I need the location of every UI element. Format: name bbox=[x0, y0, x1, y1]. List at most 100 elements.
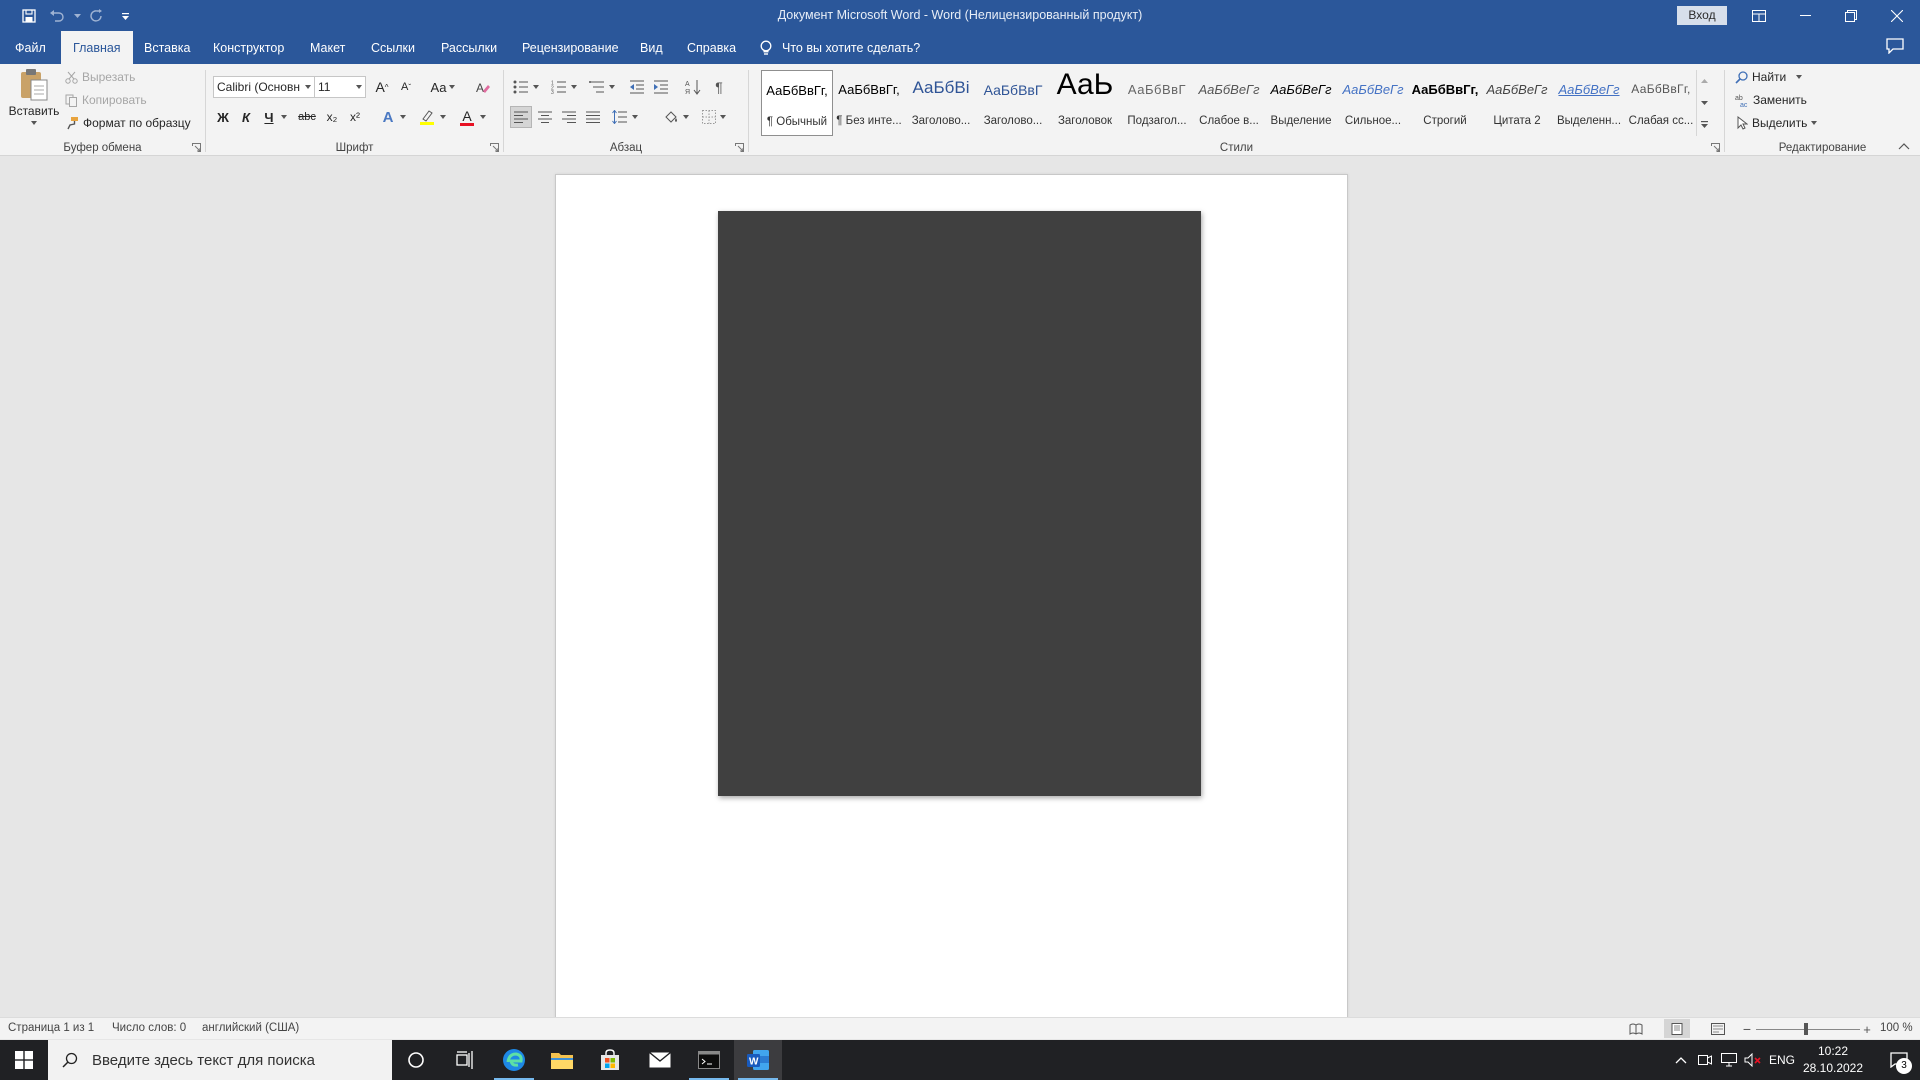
task-view-icon[interactable] bbox=[440, 1040, 488, 1080]
show-hidden-icons-icon[interactable] bbox=[1670, 1040, 1692, 1080]
tab-insert[interactable]: Вставка bbox=[132, 31, 202, 64]
zoom-slider-thumb[interactable] bbox=[1804, 1023, 1808, 1035]
decrease-indent-icon[interactable] bbox=[626, 76, 648, 98]
style-subtle-reference[interactable]: АаБбВвГг, Слабая сс... bbox=[1625, 70, 1697, 136]
select-button[interactable]: Выделить bbox=[1735, 116, 1818, 130]
line-spacing-button[interactable] bbox=[610, 106, 640, 128]
change-case-button[interactable]: Aa bbox=[426, 76, 460, 98]
cut-button[interactable]: Вырезать bbox=[65, 70, 135, 84]
bullets-button[interactable] bbox=[510, 76, 542, 98]
notification-center-button[interactable]: 3 bbox=[1878, 1040, 1920, 1080]
increase-indent-icon[interactable] bbox=[650, 76, 672, 98]
microsoft-store-icon[interactable] bbox=[586, 1040, 634, 1080]
subscript-button[interactable]: x₂ bbox=[322, 106, 342, 128]
strikethrough-button[interactable]: abc bbox=[295, 106, 319, 128]
inserted-picture[interactable] bbox=[718, 211, 1201, 796]
tab-layout[interactable]: Макет bbox=[298, 31, 357, 64]
multilevel-list-button[interactable] bbox=[586, 76, 618, 98]
undo-dropdown-icon[interactable] bbox=[72, 4, 82, 28]
font-size-combo[interactable]: 11 bbox=[314, 76, 366, 98]
tab-file[interactable]: Файл bbox=[3, 31, 58, 64]
style-subtitle[interactable]: АаБбВвГ Подзагол... bbox=[1121, 70, 1193, 136]
borders-button[interactable] bbox=[698, 106, 730, 128]
comments-icon[interactable] bbox=[1886, 38, 1908, 58]
edge-browser-icon[interactable] bbox=[490, 1040, 538, 1080]
word-app-icon[interactable]: W bbox=[734, 1040, 782, 1080]
shrink-font-button[interactable]: Aˇ bbox=[396, 76, 416, 98]
input-language-indicator[interactable]: ENG bbox=[1765, 1040, 1799, 1080]
copy-button[interactable]: Копировать bbox=[65, 93, 147, 107]
close-icon[interactable] bbox=[1874, 0, 1920, 31]
text-effects-button[interactable]: A bbox=[378, 106, 398, 128]
print-layout-icon[interactable] bbox=[1664, 1019, 1690, 1038]
superscript-button[interactable]: x² bbox=[345, 106, 365, 128]
zoom-in-icon[interactable]: + bbox=[1860, 1020, 1874, 1038]
tab-references[interactable]: Ссылки bbox=[359, 31, 427, 64]
show-formatting-marks-icon[interactable]: ¶ bbox=[708, 76, 730, 98]
style-quote-2[interactable]: АаБбВеГг Цитата 2 bbox=[1481, 70, 1553, 136]
style-emphasis[interactable]: АаБбВеГг Выделение bbox=[1265, 70, 1337, 136]
tab-design[interactable]: Конструктор bbox=[201, 31, 296, 64]
read-mode-icon[interactable] bbox=[1623, 1019, 1649, 1038]
grow-font-button[interactable]: A ^ bbox=[372, 76, 392, 98]
font-name-combo[interactable]: Calibri (Основн bbox=[213, 76, 315, 98]
style-heading-1[interactable]: АаБбВі Заголово... bbox=[905, 70, 977, 136]
tab-home[interactable]: Главная bbox=[61, 31, 133, 64]
style-strong[interactable]: АаБбВвГг, Строгий bbox=[1409, 70, 1481, 136]
mail-icon[interactable] bbox=[636, 1040, 684, 1080]
tab-review[interactable]: Рецензирование bbox=[510, 31, 631, 64]
word-count[interactable]: Число слов: 0 bbox=[112, 1022, 186, 1034]
gallery-more-icon[interactable] bbox=[1697, 114, 1711, 135]
numbering-button[interactable]: 123 bbox=[548, 76, 580, 98]
web-layout-icon[interactable] bbox=[1705, 1019, 1731, 1038]
dialog-launcher-icon[interactable] bbox=[1711, 143, 1720, 152]
underline-button[interactable]: Ч bbox=[259, 106, 279, 128]
network-icon[interactable] bbox=[1718, 1040, 1740, 1080]
highlight-dropdown-icon[interactable] bbox=[438, 106, 448, 128]
minimize-icon[interactable] bbox=[1782, 0, 1828, 31]
zoom-out-icon[interactable]: − bbox=[1740, 1020, 1754, 1038]
dialog-launcher-icon[interactable] bbox=[192, 143, 201, 152]
style-title[interactable]: АаЬ Заголовок bbox=[1049, 68, 1121, 136]
tab-view[interactable]: Вид bbox=[628, 31, 675, 64]
justify-icon[interactable] bbox=[582, 106, 604, 128]
format-painter-button[interactable]: Формат по образцу bbox=[65, 116, 191, 130]
gallery-up-icon[interactable] bbox=[1697, 70, 1711, 91]
bold-button[interactable]: Ж bbox=[213, 106, 233, 128]
font-color-button[interactable]: A bbox=[457, 106, 477, 128]
restore-icon[interactable] bbox=[1828, 0, 1874, 31]
font-color-dropdown-icon[interactable] bbox=[478, 106, 488, 128]
tab-help[interactable]: Справка bbox=[675, 31, 748, 64]
language-indicator[interactable]: английский (США) bbox=[202, 1022, 299, 1034]
shading-button[interactable] bbox=[660, 106, 692, 128]
start-button[interactable] bbox=[0, 1040, 48, 1080]
style-no-spacing[interactable]: АаБбВвГг, ¶ Без инте... bbox=[833, 70, 905, 136]
text-effects-dropdown-icon[interactable] bbox=[398, 106, 408, 128]
highlight-button[interactable] bbox=[417, 106, 437, 128]
style-subtle-emphasis[interactable]: АаБбВеГг Слабое в... bbox=[1193, 70, 1265, 136]
customize-qat-icon[interactable] bbox=[112, 4, 138, 28]
align-left-icon[interactable] bbox=[510, 106, 532, 128]
style-heading-2[interactable]: АаБбВвГ Заголово... bbox=[977, 70, 1049, 136]
style-intense-emphasis[interactable]: АаБбВеГг Сильное... bbox=[1337, 70, 1409, 136]
find-button[interactable]: Найти bbox=[1735, 70, 1803, 84]
style-normal[interactable]: АаБбВвГг, ¶ Обычный bbox=[761, 70, 833, 136]
taskbar-search[interactable]: Введите здесь текст для поиска bbox=[48, 1040, 392, 1080]
dialog-launcher-icon[interactable] bbox=[490, 143, 499, 152]
undo-icon[interactable] bbox=[44, 4, 70, 28]
paste-button[interactable]: Вставить bbox=[6, 68, 62, 134]
terminal-icon[interactable] bbox=[685, 1040, 733, 1080]
align-center-icon[interactable] bbox=[534, 106, 556, 128]
file-explorer-icon[interactable] bbox=[538, 1040, 586, 1080]
meet-now-icon[interactable] bbox=[1694, 1040, 1716, 1080]
tell-me-search[interactable]: Что вы хотите сделать? bbox=[760, 31, 920, 64]
volume-muted-icon[interactable] bbox=[1742, 1040, 1764, 1080]
save-icon[interactable] bbox=[16, 4, 42, 28]
redo-icon[interactable] bbox=[84, 4, 110, 28]
collapse-ribbon-icon[interactable] bbox=[1898, 143, 1912, 153]
page-count[interactable]: Страница 1 из 1 bbox=[8, 1022, 94, 1034]
dialog-launcher-icon[interactable] bbox=[735, 143, 744, 152]
cortana-icon[interactable] bbox=[392, 1040, 440, 1080]
sign-in-button[interactable]: Вход bbox=[1677, 6, 1727, 25]
italic-button[interactable]: К bbox=[236, 106, 256, 128]
